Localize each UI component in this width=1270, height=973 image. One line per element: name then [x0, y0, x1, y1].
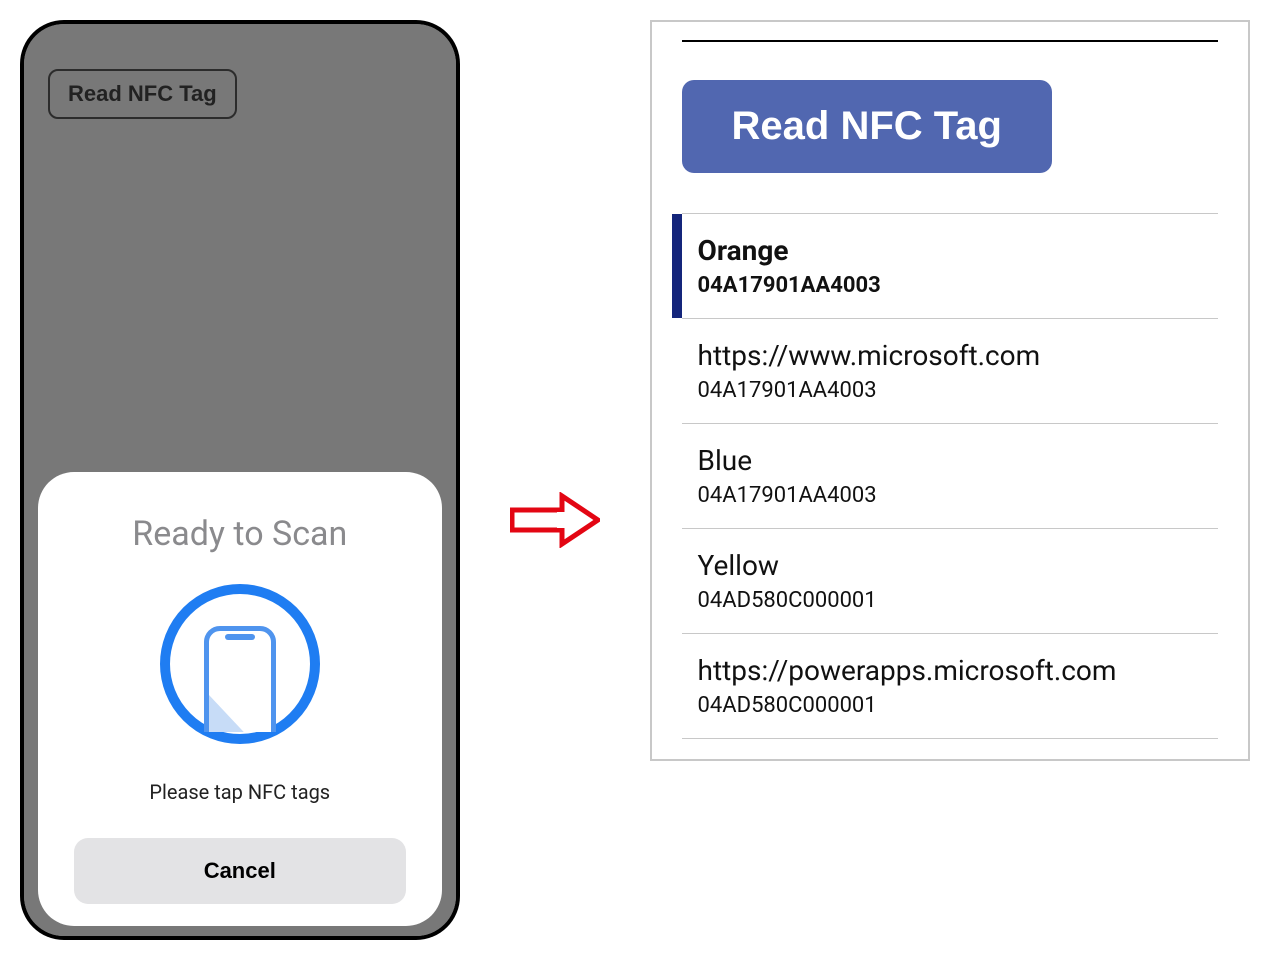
list-item[interactable]: Orange 04A17901AA4003: [682, 213, 1218, 319]
results-list: Orange 04A17901AA4003 https://www.micros…: [682, 213, 1218, 739]
nfc-scan-icon: [160, 584, 320, 744]
list-item[interactable]: Yellow 04AD580C000001: [682, 529, 1218, 634]
list-item[interactable]: https://www.microsoft.com 04A17901AA4003: [682, 319, 1218, 424]
nfc-scan-sheet: Ready to Scan Please tap NFC tags Cancel: [38, 472, 442, 926]
sheet-title: Ready to Scan: [74, 514, 406, 554]
list-item-sub: 04A17901AA4003: [698, 378, 1206, 403]
list-item[interactable]: https://powerapps.microsoft.com 04AD580C…: [682, 634, 1218, 739]
panel-divider: [682, 40, 1218, 42]
list-item[interactable]: Blue 04A17901AA4003: [682, 424, 1218, 529]
list-item-sub: 04AD580C000001: [698, 588, 1206, 613]
list-item-title: Yellow: [698, 549, 1206, 582]
cancel-button[interactable]: Cancel: [74, 838, 406, 904]
sheet-message: Please tap NFC tags: [74, 780, 406, 804]
phone-device: Read NFC Tag Ready to Scan Please tap NF…: [20, 20, 460, 940]
list-item-title: Blue: [698, 444, 1206, 477]
list-item-title: https://www.microsoft.com: [698, 339, 1206, 372]
list-item-title: https://powerapps.microsoft.com: [698, 654, 1206, 687]
results-panel: Read NFC Tag Orange 04A17901AA4003 https…: [650, 20, 1250, 761]
list-item-title: Orange: [698, 234, 1206, 267]
phone-screen: Read NFC Tag Ready to Scan Please tap NF…: [24, 24, 456, 936]
arrow-icon: [510, 492, 600, 548]
list-item-sub: 04A17901AA4003: [698, 483, 1206, 508]
read-nfc-tag-button[interactable]: Read NFC Tag: [682, 80, 1052, 173]
list-item-sub: 04AD580C000001: [698, 693, 1206, 718]
list-item-sub: 04A17901AA4003: [698, 273, 1206, 298]
